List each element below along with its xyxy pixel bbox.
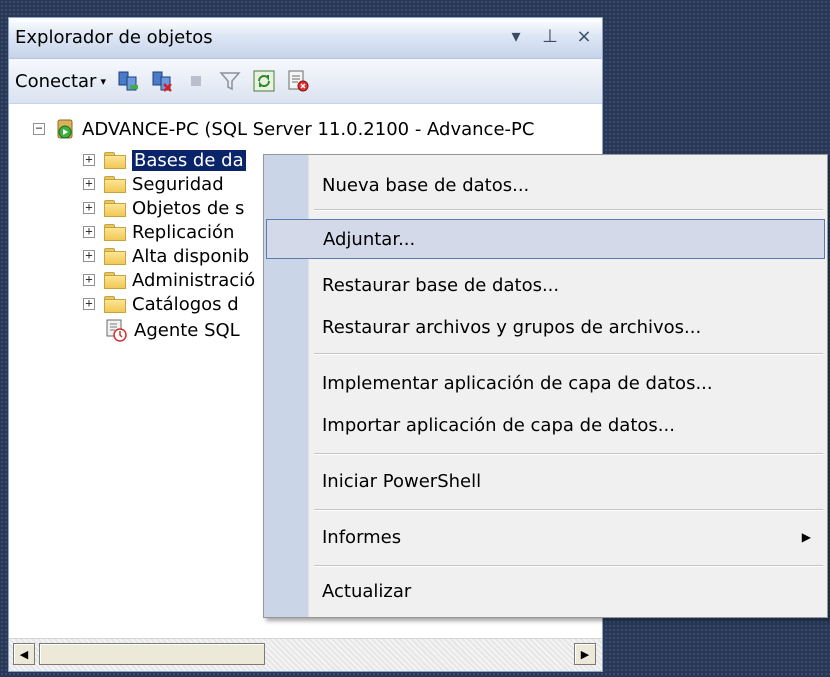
menu-item-label: Importar aplicación de capa de datos... — [322, 414, 675, 436]
tree-node-server-objects[interactable]: + Objetos de s — [83, 195, 244, 221]
new-query-icon[interactable] — [286, 69, 310, 93]
scroll-right-arrow-icon[interactable]: ▶ — [574, 643, 596, 665]
tree-node-label: Alta disponib — [132, 245, 250, 267]
scrollbar-thumb[interactable] — [39, 643, 265, 665]
server-icon — [54, 118, 76, 140]
menu-item-label: Nueva base de datos... — [322, 174, 530, 196]
tree-node-replication[interactable]: + Replicación — [83, 219, 234, 245]
menu-item-restore-files[interactable]: Restaurar archivos y grupos de archivos.… — [266, 307, 825, 347]
title-controls: ▾ ⊥ × — [506, 24, 594, 48]
menu-item-refresh[interactable]: Actualizar — [266, 571, 825, 611]
menu-item-attach[interactable]: Adjuntar... — [266, 219, 825, 259]
horizontal-scrollbar[interactable]: ◀ ▶ — [9, 638, 602, 671]
tree-node-high-availability[interactable]: + Alta disponib — [83, 243, 249, 269]
pin-icon[interactable]: ⊥ — [540, 24, 560, 48]
folder-icon — [104, 152, 126, 169]
stop-icon[interactable] — [184, 69, 208, 93]
collapse-toggle[interactable]: − — [33, 122, 45, 135]
tree-node-label: Catálogos d — [132, 293, 239, 315]
tree-node-label: Bases de da — [131, 148, 247, 172]
context-menu: Nueva base de datos... Adjuntar... Resta… — [263, 154, 828, 618]
tree-node-label: Replicación — [132, 221, 235, 243]
sql-agent-icon — [104, 318, 128, 342]
tree-node-security[interactable]: + Seguridad — [83, 171, 224, 197]
expand-toggle[interactable]: + — [83, 153, 95, 166]
menu-item-label: Adjuntar... — [323, 228, 416, 250]
menu-item-label: Iniciar PowerShell — [322, 470, 482, 492]
menu-item-restore-database[interactable]: Restaurar base de datos... — [266, 265, 825, 305]
tree-node-label: Administració — [132, 269, 256, 291]
folder-icon — [104, 272, 126, 289]
expand-toggle[interactable]: + — [83, 225, 95, 238]
expand-toggle[interactable]: + — [83, 249, 95, 262]
menu-item-label: Informes — [322, 526, 402, 548]
folder-icon — [104, 200, 126, 217]
menu-separator — [314, 209, 823, 211]
folder-icon — [104, 176, 126, 193]
expand-toggle[interactable]: + — [83, 297, 95, 310]
tree-node-databases[interactable]: + Bases de da — [83, 147, 247, 173]
connect-dropdown-button[interactable]: Conectar ▾ — [15, 71, 106, 92]
tree-node-management[interactable]: + Administració — [83, 267, 255, 293]
menu-item-label: Implementar aplicación de capa de datos.… — [322, 372, 713, 394]
filter-icon[interactable] — [218, 69, 242, 93]
tree-node-label: Objetos de s — [132, 197, 245, 219]
chevron-down-icon: ▾ — [100, 74, 106, 88]
menu-separator — [314, 565, 823, 567]
connect-label: Conectar — [15, 70, 97, 92]
disconnect-server-icon[interactable] — [150, 69, 174, 93]
server-label: ADVANCE-PC (SQL Server 11.0.2100 - Advan… — [82, 118, 535, 140]
panel-title: Explorador de objetos — [15, 27, 213, 48]
menu-separator — [314, 353, 823, 355]
tree-node-catalogs[interactable]: + Catálogos d — [83, 291, 239, 317]
scroll-left-arrow-icon[interactable]: ◀ — [13, 643, 35, 665]
window-position-dropdown-icon[interactable]: ▾ — [506, 24, 526, 48]
menu-separator — [314, 453, 823, 455]
tree-node-sql-agent[interactable]: Agente SQL — [104, 317, 240, 343]
tree-node-label: Seguridad — [132, 173, 224, 195]
folder-icon — [104, 296, 126, 313]
connect-server-icon[interactable] — [116, 69, 140, 93]
menu-item-deploy-data-tier[interactable]: Implementar aplicación de capa de datos.… — [266, 363, 825, 403]
folder-icon — [104, 224, 126, 241]
expand-toggle[interactable]: + — [83, 201, 95, 214]
submenu-arrow-icon: ▶ — [801, 530, 811, 544]
tree-node-label: Agente SQL — [134, 319, 240, 341]
menu-item-new-database[interactable]: Nueva base de datos... — [266, 165, 825, 205]
explorer-toolbar: Conectar ▾ — [9, 59, 602, 104]
expand-toggle[interactable]: + — [83, 177, 95, 190]
tree-node-server[interactable]: − ADVANCE-PC (SQL Server 11.0.2100 - Adv… — [33, 116, 534, 142]
close-icon[interactable]: × — [574, 24, 594, 48]
menu-separator — [314, 509, 823, 511]
menu-item-label: Actualizar — [322, 580, 412, 602]
menu-item-reports[interactable]: Informes ▶ — [266, 517, 825, 557]
expand-toggle[interactable]: + — [83, 273, 95, 286]
menu-item-label: Restaurar base de datos... — [322, 274, 560, 296]
menu-item-start-powershell[interactable]: Iniciar PowerShell — [266, 461, 825, 501]
refresh-icon[interactable] — [252, 69, 276, 93]
menu-item-import-data-tier[interactable]: Importar aplicación de capa de datos... — [266, 405, 825, 445]
menu-item-label: Restaurar archivos y grupos de archivos.… — [322, 316, 702, 338]
folder-icon — [104, 248, 126, 265]
panel-titlebar: Explorador de objetos ▾ ⊥ × — [9, 18, 602, 59]
